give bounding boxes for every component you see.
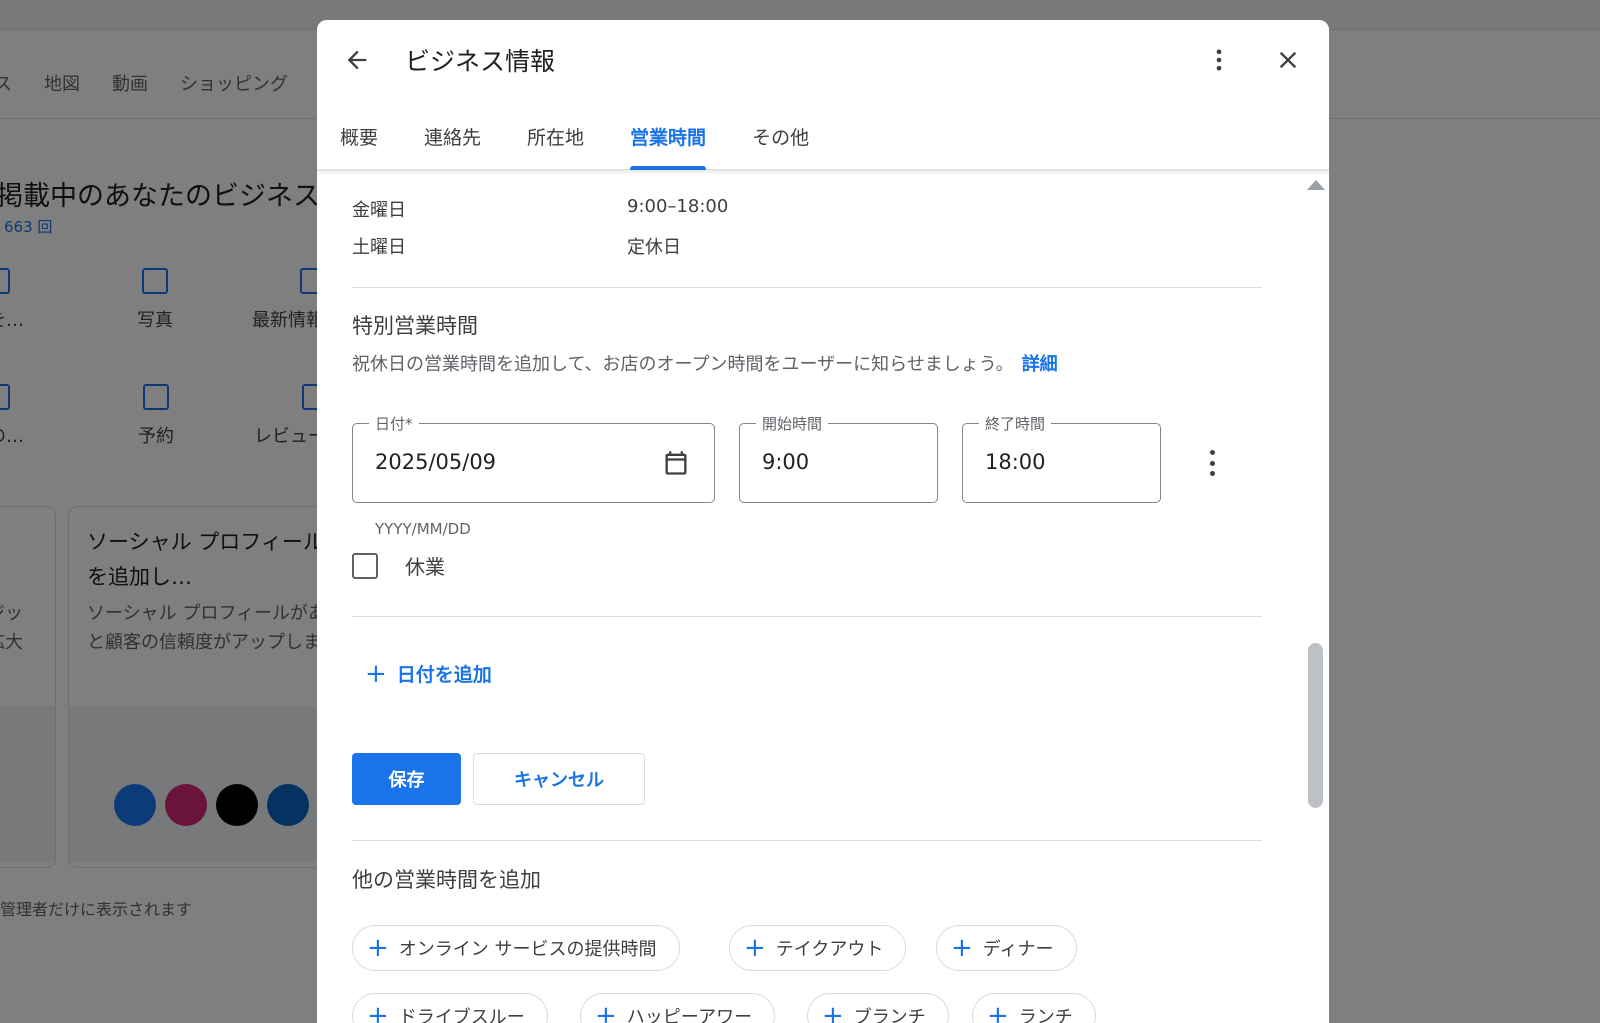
end-time-value: 18:00 bbox=[985, 450, 1046, 474]
start-time-value: 9:00 bbox=[762, 450, 810, 474]
closed-checkbox-label: 休業 bbox=[405, 555, 445, 579]
learn-more-link[interactable]: 詳細 bbox=[1022, 354, 1058, 375]
plus-icon: + bbox=[595, 1001, 617, 1023]
hours-day-friday: 金曜日 bbox=[352, 200, 406, 221]
divider bbox=[352, 840, 1262, 841]
scrollbar-thumb[interactable] bbox=[1308, 643, 1323, 808]
end-time-field[interactable]: 終了時間 18:00 bbox=[962, 413, 1161, 503]
row-more-options-icon[interactable] bbox=[1202, 446, 1222, 480]
dialog-body: 金曜日 9:00–18:00 土曜日 定休日 特別営業時間 祝休日の営業時間を追… bbox=[317, 170, 1329, 1023]
special-hours-description: 祝休日の営業時間を追加して、お店のオープン時間をユーザーに知らせましょう。 詳細 bbox=[352, 354, 1058, 375]
hours-day-saturday: 土曜日 bbox=[352, 237, 406, 258]
dialog-tabs: 概要 連絡先 所在地 営業時間 その他 bbox=[317, 120, 832, 170]
date-field-value: 2025/05/09 bbox=[375, 450, 497, 474]
close-icon bbox=[1279, 51, 1297, 69]
plus-icon: + bbox=[987, 1001, 1009, 1023]
dialog-header: ビジネス情報 概要 連絡先 所在地 営業時間 その他 bbox=[317, 20, 1329, 170]
chip-online-service-hours[interactable]: + オンライン サービスの提供時間 bbox=[352, 925, 680, 971]
more-hours-title: 他の営業時間を追加 bbox=[352, 868, 541, 892]
start-time-label: 開始時間 bbox=[756, 413, 829, 434]
start-time-field[interactable]: 開始時間 9:00 bbox=[739, 413, 938, 503]
tab-contact[interactable]: 連絡先 bbox=[401, 120, 504, 170]
hours-value-friday: 9:00–18:00 bbox=[627, 196, 729, 217]
tab-more[interactable]: その他 bbox=[729, 120, 832, 170]
plus-icon: + bbox=[951, 933, 973, 963]
add-date-button[interactable]: + 日付を追加 bbox=[365, 660, 492, 687]
cancel-button[interactable]: キャンセル bbox=[473, 753, 645, 805]
hours-value-saturday: 定休日 bbox=[627, 237, 681, 258]
plus-icon: + bbox=[744, 933, 766, 963]
chip-dinner[interactable]: + ディナー bbox=[936, 925, 1077, 971]
tab-location[interactable]: 所在地 bbox=[504, 120, 607, 170]
arrow-back-icon bbox=[347, 50, 367, 70]
more-vert-icon bbox=[1216, 49, 1222, 71]
tab-hours[interactable]: 営業時間 bbox=[607, 120, 729, 170]
divider bbox=[352, 616, 1262, 617]
plus-icon: + bbox=[367, 933, 389, 963]
date-format-hint: YYYY/MM/DD bbox=[375, 520, 471, 538]
chip-brunch[interactable]: + ブランチ bbox=[807, 993, 949, 1023]
chip-drive-through[interactable]: + ドライブスルー bbox=[352, 993, 548, 1023]
dialog-title: ビジネス情報 bbox=[405, 47, 556, 76]
more-options-button[interactable] bbox=[1199, 40, 1239, 80]
special-hours-title: 特別営業時間 bbox=[352, 314, 478, 338]
calendar-icon[interactable] bbox=[662, 448, 690, 478]
business-info-dialog: ビジネス情報 概要 連絡先 所在地 営業時間 その他 金曜日 9:00–18:0… bbox=[317, 20, 1329, 1023]
chip-takeout[interactable]: + テイクアウト bbox=[729, 925, 907, 971]
date-field-label: 日付* bbox=[369, 413, 419, 434]
close-button[interactable] bbox=[1268, 40, 1308, 80]
divider bbox=[352, 287, 1262, 288]
back-button[interactable] bbox=[337, 40, 377, 80]
tab-overview[interactable]: 概要 bbox=[317, 120, 401, 170]
plus-icon: + bbox=[822, 1001, 844, 1023]
scroll-up-arrow-icon[interactable] bbox=[1307, 180, 1325, 190]
closed-checkbox[interactable] bbox=[352, 553, 378, 579]
plus-icon: + bbox=[365, 658, 387, 689]
end-time-label: 終了時間 bbox=[979, 413, 1052, 434]
chip-happy-hour[interactable]: + ハッピーアワー bbox=[580, 993, 776, 1023]
save-button[interactable]: 保存 bbox=[352, 753, 461, 805]
date-field[interactable]: 日付* 2025/05/09 bbox=[352, 413, 715, 503]
chip-lunch[interactable]: + ランチ bbox=[972, 993, 1096, 1023]
plus-icon: + bbox=[367, 1001, 389, 1023]
